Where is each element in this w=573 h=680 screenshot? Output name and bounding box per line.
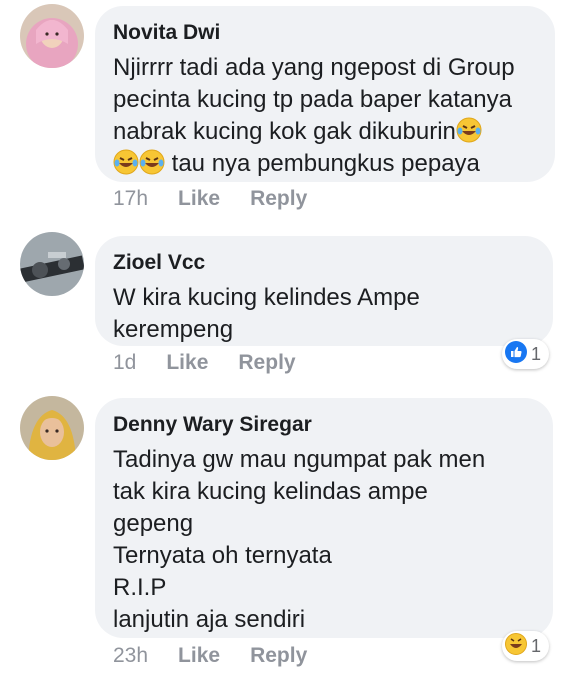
like-button[interactable]: Like	[166, 351, 208, 375]
comment-bubble: Zioel Vcc W kira kucing kelindes Ampe ke…	[95, 236, 553, 346]
like-icon	[505, 340, 527, 368]
like-button[interactable]: Like	[178, 187, 220, 211]
haha-icon	[505, 632, 527, 660]
rofl-emoji-icon	[139, 149, 165, 175]
comment-actions: 23h Like Reply	[113, 644, 307, 668]
reaction-count: 1	[531, 635, 542, 656]
reaction-summary[interactable]: 1	[502, 339, 550, 369]
reply-button[interactable]: Reply	[238, 351, 295, 375]
author-name[interactable]: Novita Dwi	[113, 20, 537, 46]
author-name[interactable]: Zioel Vcc	[113, 250, 535, 276]
reaction-count: 1	[531, 343, 542, 364]
timestamp[interactable]: 23h	[113, 644, 148, 668]
comment-bubble: Novita Dwi Njirrrr tadi ada yang ngepost…	[95, 6, 555, 182]
reply-button[interactable]: Reply	[250, 644, 307, 668]
timestamp[interactable]: 17h	[113, 187, 148, 211]
like-button[interactable]: Like	[178, 644, 220, 668]
avatar[interactable]	[20, 232, 84, 296]
author-name[interactable]: Denny Wary Siregar	[113, 412, 535, 438]
timestamp[interactable]: 1d	[113, 351, 136, 375]
reply-button[interactable]: Reply	[250, 187, 307, 211]
comment-actions: 1d Like Reply	[113, 351, 296, 375]
comment-text: W kira kucing kelindes Ampe kerempeng	[113, 284, 420, 343]
avatar[interactable]	[20, 396, 84, 460]
rofl-emoji-icon	[456, 117, 482, 143]
avatar[interactable]	[20, 4, 84, 68]
comment-actions: 17h Like Reply	[113, 187, 307, 211]
comment-text: Njirrrr tadi ada yang ngepost di Group p…	[113, 54, 515, 177]
reaction-summary[interactable]: 1	[502, 631, 550, 661]
comment-text: Tadinya gw mau ngumpat pak men tak kira …	[113, 446, 486, 633]
comment-bubble: Denny Wary Siregar Tadinya gw mau ngumpa…	[95, 398, 553, 638]
rofl-emoji-icon	[113, 149, 139, 175]
